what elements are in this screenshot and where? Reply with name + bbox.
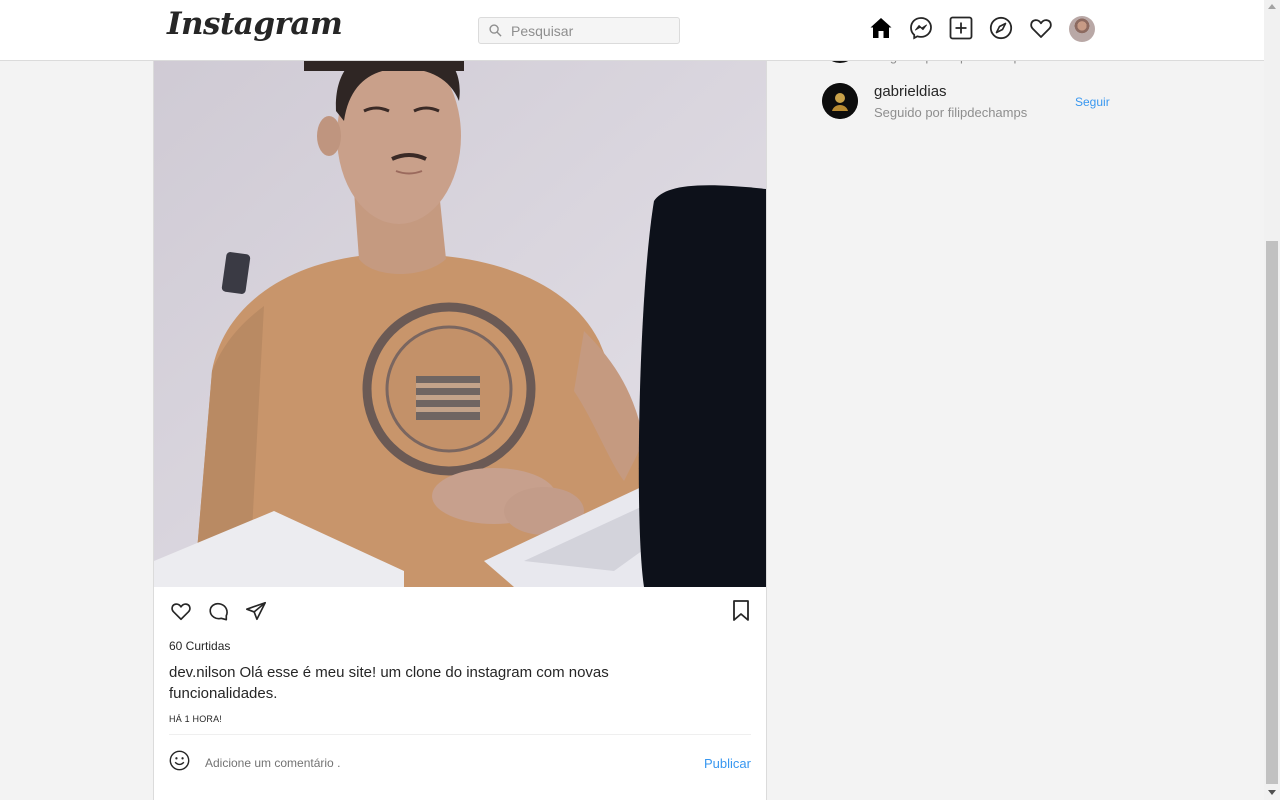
- search-input[interactable]: [511, 21, 671, 41]
- likes-count[interactable]: 60 Curtidas: [169, 639, 230, 653]
- new-post-icon[interactable]: [949, 16, 973, 40]
- follow-button[interactable]: Seguir: [1075, 95, 1110, 109]
- top-navbar: Instagram: [0, 0, 1264, 61]
- scroll-up-arrow-icon[interactable]: [1268, 4, 1276, 9]
- explore-compass-icon[interactable]: [989, 16, 1013, 40]
- publish-button[interactable]: Publicar: [704, 756, 751, 771]
- comment-input[interactable]: [205, 754, 605, 772]
- comment-icon[interactable]: [207, 600, 230, 622]
- instagram-logo[interactable]: Instagram: [167, 6, 343, 42]
- like-heart-icon[interactable]: [170, 600, 192, 622]
- suggestion-followed-by: Seguido por filipdechamps: [874, 105, 1028, 120]
- divider: [169, 734, 751, 735]
- scrollbar-thumb[interactable]: [1266, 241, 1278, 784]
- bookmark-icon[interactable]: [732, 599, 750, 622]
- scroll-down-arrow-icon[interactable]: [1268, 790, 1276, 795]
- activity-heart-icon[interactable]: [1029, 16, 1053, 40]
- instagram-clone-page: Seguido por filipdechamps gabrieldias Se…: [0, 0, 1280, 800]
- page-scrollbar[interactable]: [1264, 0, 1280, 800]
- caption-username[interactable]: dev.nilson: [169, 664, 235, 681]
- avatar[interactable]: [822, 83, 858, 119]
- profile-avatar[interactable]: [1069, 16, 1095, 42]
- post-timestamp: HÁ 1 HORA!: [169, 714, 223, 724]
- home-icon[interactable]: [869, 16, 893, 40]
- share-send-icon[interactable]: [245, 600, 267, 622]
- post-card: 60 Curtidas dev.nilson Olá esse é meu sit…: [153, 40, 767, 800]
- post-photo[interactable]: [154, 41, 766, 587]
- suggestion-item: gabrieldias Seguido por filipdechamps Se…: [822, 83, 1112, 123]
- search-icon: [489, 24, 502, 37]
- emoji-icon[interactable]: [169, 750, 190, 771]
- search-box[interactable]: [478, 17, 680, 44]
- post-caption: dev.nilson Olá esse é meu site! um clone …: [169, 662, 689, 704]
- suggestion-username[interactable]: gabrieldias: [874, 83, 947, 100]
- messenger-icon[interactable]: [909, 16, 933, 40]
